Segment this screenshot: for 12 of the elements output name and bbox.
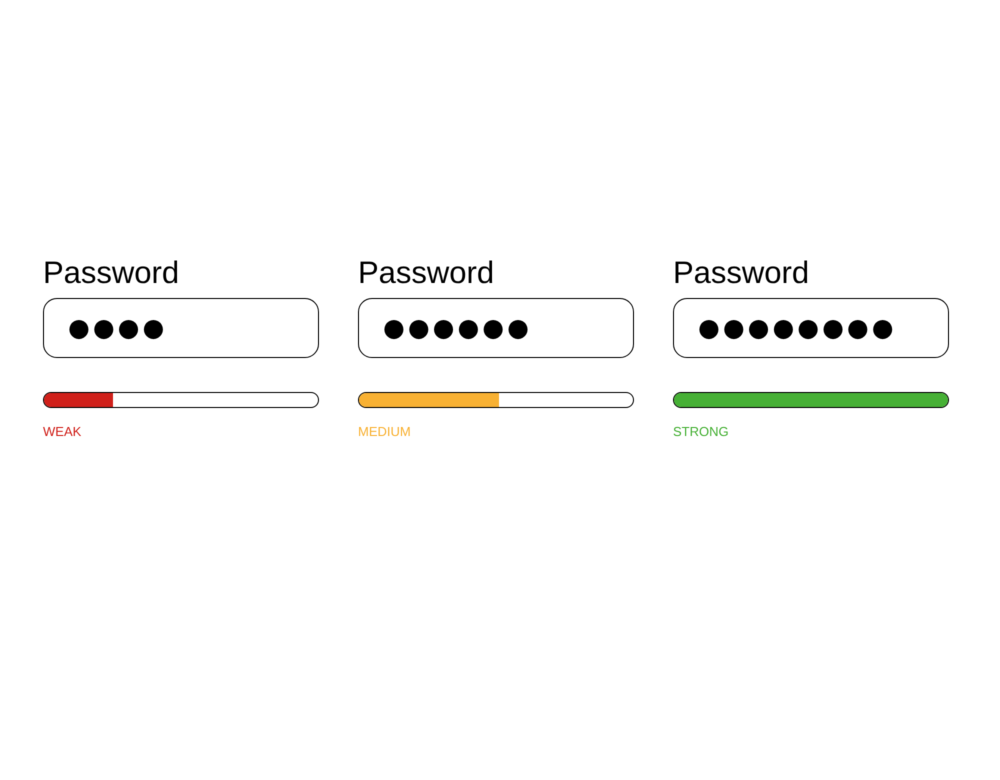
password-field[interactable]: ●●●● (43, 298, 319, 358)
masked-password: ●●●● (68, 313, 168, 343)
field-label: Password (358, 254, 494, 292)
strength-label: MEDIUM (358, 424, 411, 440)
strength-label: WEAK (43, 424, 82, 440)
password-field[interactable]: ●●●●●●●● (673, 298, 949, 358)
masked-password: ●●●●●● (383, 313, 532, 343)
masked-password: ●●●●●●●● (698, 313, 897, 343)
password-field[interactable]: ●●●●●● (358, 298, 634, 358)
strength-label: STRONG (673, 424, 729, 440)
field-label: Password (673, 254, 810, 292)
field-label: Password (43, 254, 180, 292)
